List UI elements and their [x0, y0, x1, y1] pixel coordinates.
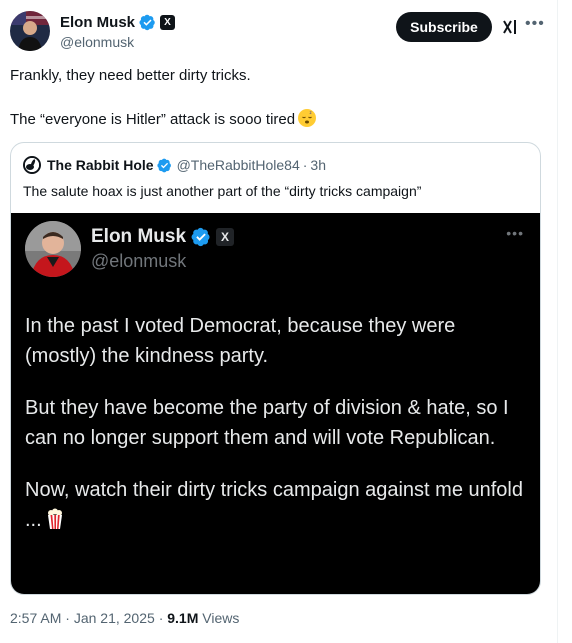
tweet-header: Elon Musk X @elonmusk Subscribe •••: [10, 8, 550, 54]
x-affiliate-badge: X: [160, 14, 176, 30]
tweet-date[interactable]: Jan 21, 2025: [74, 610, 155, 626]
quote-header: The Rabbit Hole @TheRabbitHole84 · 3h: [23, 156, 326, 174]
sleepy-face-emoji: z: [298, 109, 317, 127]
image-paragraph-3: Now, watch their dirty tricks campaign a…: [25, 479, 523, 531]
tweet-line-1: Frankly, they need better dirty tricks.: [10, 67, 251, 84]
image-author-name: Elon Musk: [91, 226, 187, 247]
image-avatar: [25, 221, 81, 277]
author-handle[interactable]: @elonmusk: [60, 34, 175, 50]
svg-text:z: z: [310, 110, 312, 115]
tweet-line-2: The “everyone is Hitler” attack is sooo …: [10, 111, 296, 128]
tweet-time[interactable]: 2:57 AM: [10, 610, 61, 626]
author-name[interactable]: Elon Musk: [60, 14, 135, 31]
quote-avatar[interactable]: [23, 156, 41, 174]
image-text-body: In the past I voted Democrat, because th…: [25, 311, 530, 535]
verified-badge-icon: [191, 227, 210, 247]
separator-dot: ·: [158, 610, 164, 626]
quote-media-image[interactable]: Elon Musk X @elonmusk ••• In the past I …: [11, 213, 540, 594]
quote-author-handle[interactable]: @TheRabbitHole84: [177, 157, 300, 173]
views-count[interactable]: 9.1M: [167, 610, 198, 626]
tweet-text: Frankly, they need better dirty tricks. …: [10, 66, 540, 130]
tweet-footer: 2:57 AM · Jan 21, 2025 · 9.1M Views: [10, 610, 239, 626]
quoted-tweet[interactable]: The Rabbit Hole @TheRabbitHole84 · 3h Th…: [10, 142, 541, 595]
views-label: Views: [202, 610, 240, 626]
more-icon: •••: [506, 225, 524, 241]
more-icon[interactable]: •••: [525, 15, 545, 33]
quote-timestamp[interactable]: 3h: [310, 157, 326, 173]
x-affiliate-badge: X: [216, 228, 235, 246]
separator-dot: ·: [65, 610, 70, 626]
avatar[interactable]: [10, 11, 50, 51]
image-author-handle: @elonmusk: [91, 251, 187, 271]
column-divider: [557, 0, 558, 643]
image-paragraph-1: In the past I voted Democrat, because th…: [25, 315, 456, 367]
verified-badge-icon: [139, 14, 155, 30]
quote-text: The salute hoax is just another part of …: [23, 183, 422, 199]
popcorn-emoji: [46, 508, 64, 530]
image-paragraph-2: But they have become the party of divisi…: [25, 397, 509, 449]
separator-dot: ·: [302, 157, 308, 173]
quote-author-name[interactable]: The Rabbit Hole: [47, 157, 154, 173]
verified-badge-icon: [156, 158, 171, 172]
grok-icon[interactable]: [501, 18, 519, 36]
subscribe-button[interactable]: Subscribe: [396, 12, 492, 42]
